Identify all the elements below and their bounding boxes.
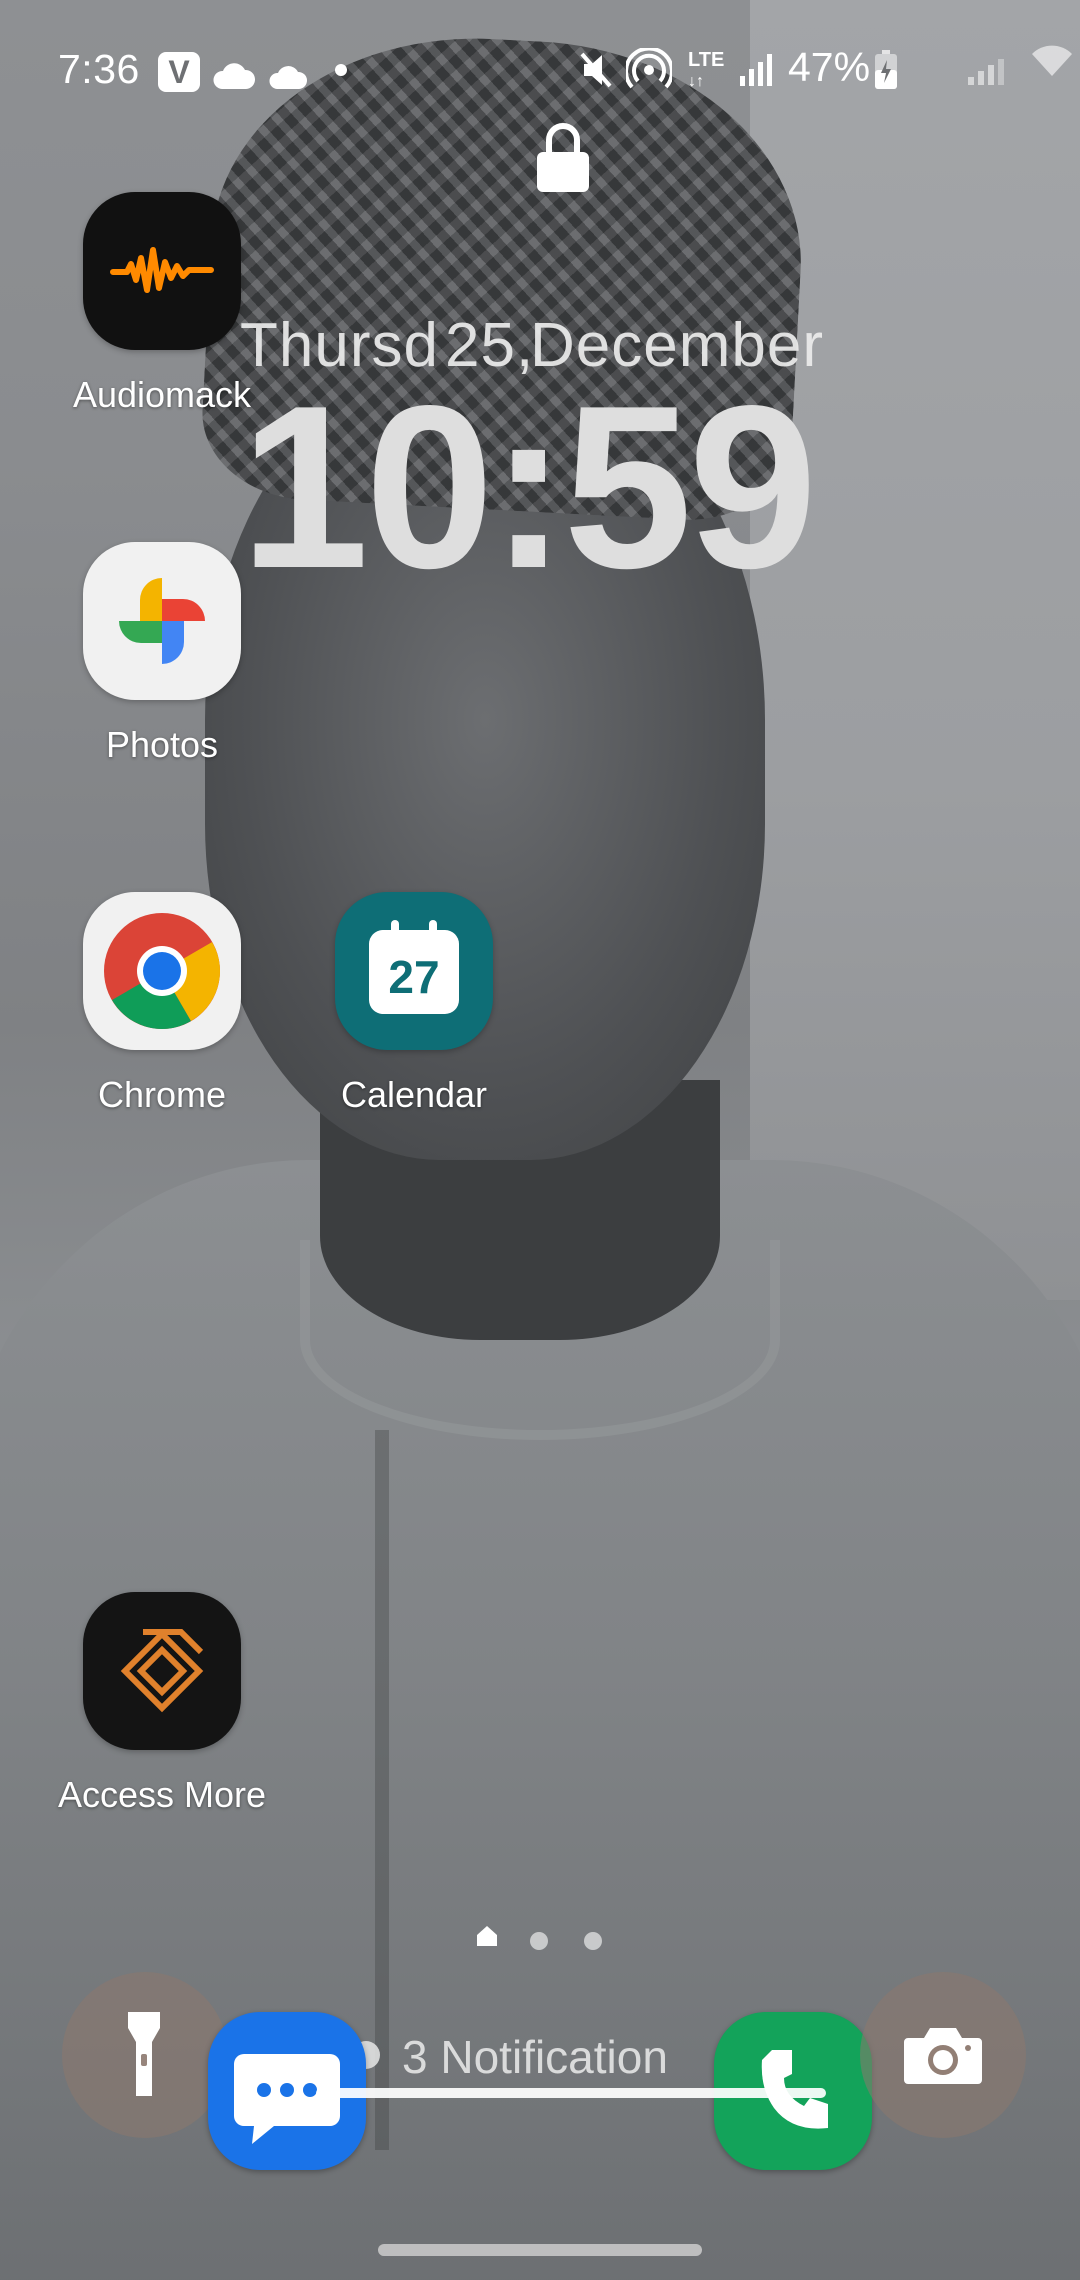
audiomack-icon (83, 192, 241, 350)
lock-icon[interactable] (535, 120, 591, 199)
app-label: Photos (105, 724, 219, 765)
app-photos[interactable]: Photos (52, 542, 272, 766)
app-label: Calendar (340, 1074, 488, 1115)
status-time: 7:36 (58, 46, 140, 92)
wifi-icon (1030, 42, 1074, 88)
hotspot-icon (624, 46, 674, 102)
page-dot[interactable] (584, 1932, 602, 1950)
home-screen: 7:36 V LTE ↓↑ 47% Thursd 25, December 10… (0, 0, 1080, 2280)
google-photos-icon (83, 542, 241, 700)
cloud-icon (212, 56, 256, 101)
camera-shortcut[interactable] (860, 1972, 1026, 2138)
app-label: Access More (57, 1774, 267, 1815)
camera-icon (902, 2024, 984, 2091)
calendar-day: 27 (388, 951, 440, 1003)
cloud-icon (268, 56, 308, 101)
lock-clock: 10:59 (240, 358, 817, 617)
network-type: LTE ↓↑ (688, 49, 725, 90)
app-access-more[interactable]: Access More (52, 1592, 272, 1816)
app-chrome[interactable]: Chrome (52, 892, 272, 1116)
home-page-icon[interactable] (476, 1924, 498, 1953)
app-label: Audiomack (72, 374, 252, 415)
home-handle-bar[interactable] (316, 2088, 826, 2098)
more-notifications-dot-icon (335, 64, 347, 76)
cell-signal-icon (738, 52, 774, 98)
flashlight-icon (124, 2008, 164, 2105)
access-more-icon (83, 1592, 241, 1750)
battery-charging-icon (874, 50, 898, 100)
app-audiomack[interactable]: Audiomack (52, 192, 272, 416)
status-bar: 7:36 V LTE ↓↑ 47% (0, 0, 1080, 140)
page-indicator (0, 1924, 1080, 1954)
secondary-signal-icon (966, 52, 1010, 97)
gesture-nav-pill[interactable] (378, 2244, 702, 2256)
mute-icon (578, 50, 614, 100)
calendar-icon: 27 (335, 892, 493, 1050)
flashlight-shortcut[interactable] (62, 1972, 228, 2138)
app-label: Chrome (97, 1074, 227, 1115)
notification-summary[interactable]: 3 Notification (402, 2030, 668, 2084)
chrome-icon (83, 892, 241, 1050)
app-notification-badge: V (158, 52, 200, 92)
page-dot[interactable] (530, 1932, 548, 1950)
battery-percent: 47% (788, 44, 871, 90)
app-calendar[interactable]: 27 Calendar (304, 892, 524, 1116)
